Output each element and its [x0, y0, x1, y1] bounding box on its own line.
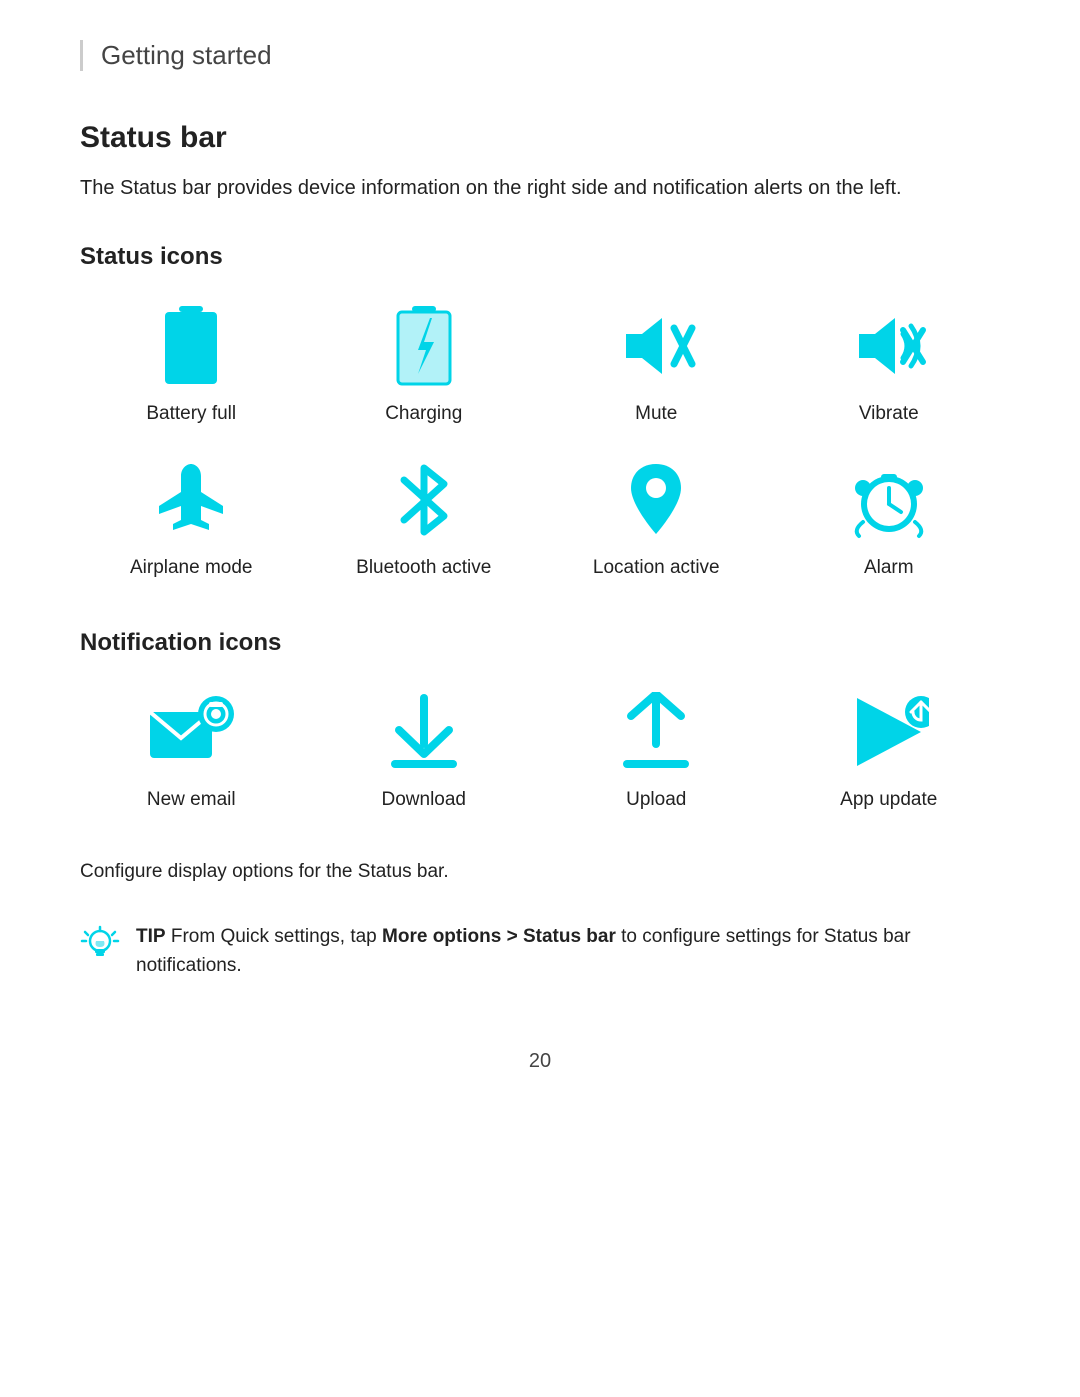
icon-app-update: App update — [778, 687, 1001, 811]
airplane-mode-label: Airplane mode — [130, 557, 253, 579]
battery-full-label: Battery full — [146, 403, 236, 425]
charging-icon — [379, 301, 469, 391]
mute-icon — [611, 301, 701, 391]
app-update-label: App update — [840, 789, 937, 811]
icon-download: Download — [313, 687, 536, 811]
page-header-title: Getting started — [101, 40, 272, 70]
battery-full-icon — [146, 301, 236, 391]
new-email-icon — [146, 687, 236, 777]
icon-battery-full: Battery full — [80, 301, 303, 425]
icon-charging: Charging — [313, 301, 536, 425]
page-number: 20 — [80, 1050, 1000, 1073]
upload-label: Upload — [626, 789, 686, 811]
new-email-label: New email — [147, 789, 236, 811]
notification-icons-grid: New email Download Upload — [80, 687, 1000, 811]
alarm-label: Alarm — [864, 557, 914, 579]
icon-upload: Upload — [545, 687, 768, 811]
section-desc: The Status bar provides device informati… — [80, 173, 1000, 203]
charging-label: Charging — [385, 403, 462, 425]
tip-box: TIP From Quick settings, tap More option… — [80, 913, 1000, 990]
location-active-label: Location active — [593, 557, 720, 579]
upload-icon — [611, 687, 701, 777]
app-update-icon — [844, 687, 934, 777]
section-title: Status bar — [80, 121, 1000, 155]
vibrate-label: Vibrate — [859, 403, 919, 425]
status-icons-grid: Battery full Charging Mute — [80, 301, 1000, 579]
download-icon — [379, 687, 469, 777]
icon-bluetooth: Bluetooth active — [313, 455, 536, 579]
tip-intro: From Quick settings, tap — [166, 926, 382, 947]
bluetooth-active-label: Bluetooth active — [356, 557, 491, 579]
icon-airplane: Airplane mode — [80, 455, 303, 579]
download-label: Download — [382, 789, 467, 811]
airplane-mode-icon — [146, 455, 236, 545]
icon-location: Location active — [545, 455, 768, 579]
bluetooth-active-icon — [379, 455, 469, 545]
tip-bold-text: More options > Status bar — [382, 926, 616, 947]
configure-text: Configure display options for the Status… — [80, 861, 1000, 883]
tip-lightbulb-icon — [80, 925, 120, 965]
tip-text-content: TIP From Quick settings, tap More option… — [136, 923, 1000, 980]
tip-label: TIP — [136, 926, 166, 947]
alarm-icon — [844, 455, 934, 545]
icon-vibrate: Vibrate — [778, 301, 1001, 425]
icon-mute: Mute — [545, 301, 768, 425]
status-icons-title: Status icons — [80, 243, 1000, 271]
mute-label: Mute — [635, 403, 677, 425]
vibrate-icon — [844, 301, 934, 391]
icon-alarm: Alarm — [778, 455, 1001, 579]
icon-new-email: New email — [80, 687, 303, 811]
location-active-icon — [611, 455, 701, 545]
page-header: Getting started — [80, 40, 1000, 71]
notification-icons-title: Notification icons — [80, 629, 1000, 657]
